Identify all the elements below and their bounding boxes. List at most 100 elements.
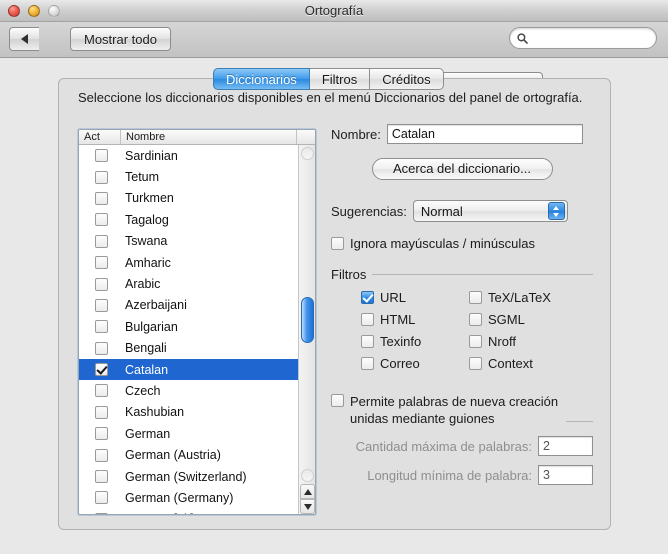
table-row[interactable]: Tswana xyxy=(79,231,298,252)
suggestions-value: Normal xyxy=(421,204,463,219)
column-header-spare xyxy=(297,130,315,144)
filter-checkbox[interactable] xyxy=(469,313,482,326)
tab-creditos[interactable]: Créditos xyxy=(370,68,443,90)
scroll-down-button[interactable] xyxy=(300,499,315,514)
hyphen-checkbox[interactable] xyxy=(331,394,344,407)
filter-checkbox[interactable] xyxy=(361,335,374,348)
filter-label: HTML xyxy=(380,312,415,327)
filter-checkbox[interactable] xyxy=(469,335,482,348)
name-row: Nombre: Catalan xyxy=(331,124,593,144)
row-checkbox[interactable] xyxy=(95,513,108,515)
column-header-nombre[interactable]: Nombre xyxy=(121,130,297,144)
row-checkbox[interactable] xyxy=(95,363,108,376)
row-checkbox[interactable] xyxy=(95,342,108,355)
ignore-case-row[interactable]: Ignora mayúsculas / minúsculas xyxy=(331,236,593,251)
filter-checkbox-row[interactable]: Context xyxy=(469,356,593,371)
dictionaries-list[interactable]: Act Nombre SardinianTetumTurkmenTagalogT… xyxy=(78,129,316,515)
show-all-button[interactable]: Mostrar todo xyxy=(70,27,171,51)
back-button[interactable] xyxy=(9,27,39,51)
suggestions-popup[interactable]: Normal xyxy=(413,200,568,222)
filter-label: TeX/LaTeX xyxy=(488,290,551,305)
list-scrollbar[interactable] xyxy=(298,145,315,515)
filter-checkbox-row[interactable]: URL xyxy=(361,290,469,305)
filter-checkbox-row[interactable]: HTML xyxy=(361,312,469,327)
search-icon xyxy=(517,33,528,44)
table-row[interactable]: Tagalog xyxy=(79,209,298,230)
row-checkbox[interactable] xyxy=(95,449,108,462)
triangle-up-icon xyxy=(304,489,312,495)
row-checkbox[interactable] xyxy=(95,427,108,440)
min-length-row: Longitud mínima de palabra: 3 xyxy=(331,465,593,485)
about-dictionary-button[interactable]: Acerca del diccionario... xyxy=(372,158,553,180)
tab-diccionarios[interactable]: Diccionarios xyxy=(213,68,310,90)
table-row[interactable]: Tetum xyxy=(79,166,298,187)
filter-checkbox-row[interactable]: TeX/LaTeX xyxy=(469,290,593,305)
name-field[interactable]: Catalan xyxy=(387,124,583,144)
table-row[interactable]: Catalan xyxy=(79,359,298,380)
filter-checkbox-row[interactable]: Nroff xyxy=(469,334,593,349)
row-checkbox[interactable] xyxy=(95,192,108,205)
row-checkbox[interactable] xyxy=(95,299,108,312)
hyphen-option-row[interactable]: Permite palabras de nueva creación unida… xyxy=(331,393,593,427)
filter-checkbox[interactable] xyxy=(361,291,374,304)
search-field[interactable] xyxy=(509,27,657,49)
table-row[interactable]: German (Switzerland) xyxy=(79,466,298,487)
row-label: Amharic xyxy=(125,256,171,270)
max-words-field[interactable]: 2 xyxy=(538,436,593,456)
table-row[interactable]: Turkmen xyxy=(79,188,298,209)
table-row[interactable]: Azerbaijani xyxy=(79,295,298,316)
column-header-act[interactable]: Act xyxy=(79,130,121,144)
table-row[interactable]: Kashubian xyxy=(79,402,298,423)
row-checkbox[interactable] xyxy=(95,384,108,397)
table-row[interactable]: Czech xyxy=(79,380,298,401)
filter-checkbox[interactable] xyxy=(361,313,374,326)
table-row[interactable]: German xyxy=(79,423,298,444)
scrollbar-thumb[interactable] xyxy=(301,297,314,343)
row-checkbox[interactable] xyxy=(95,320,108,333)
tab-filtros[interactable]: Filtros xyxy=(310,68,370,90)
search-input[interactable] xyxy=(532,30,650,46)
navigation-buttons xyxy=(9,27,39,51)
row-checkbox[interactable] xyxy=(95,470,108,483)
row-checkbox[interactable] xyxy=(95,213,108,226)
scroll-up-button[interactable] xyxy=(300,484,315,499)
filters-group-label: Filtros xyxy=(331,267,372,282)
table-row[interactable]: Sardinian xyxy=(79,145,298,166)
ignore-case-checkbox[interactable] xyxy=(331,237,344,250)
dictionaries-panel: Seleccione los diccionarios disponibles … xyxy=(58,78,611,530)
table-row[interactable]: German (Austria) xyxy=(79,444,298,465)
table-row[interactable]: Amharic xyxy=(79,252,298,273)
list-body: SardinianTetumTurkmenTagalogTswana Amhari… xyxy=(79,145,298,515)
row-checkbox[interactable] xyxy=(95,491,108,504)
min-length-label: Longitud mínima de palabra: xyxy=(367,468,532,483)
triangle-left-icon xyxy=(21,34,28,44)
suggestions-row: Sugerencias: Normal xyxy=(331,200,593,222)
filter-checkbox-row[interactable]: Texinfo xyxy=(361,334,469,349)
row-checkbox[interactable] xyxy=(95,149,108,162)
filter-checkbox-row[interactable]: Correo xyxy=(361,356,469,371)
row-label: Azerbaijani xyxy=(125,298,187,312)
table-row[interactable]: German (Germany) xyxy=(79,487,298,508)
min-length-field[interactable]: 3 xyxy=(538,465,593,485)
table-row[interactable]: Bengali xyxy=(79,338,298,359)
filter-checkbox[interactable] xyxy=(361,357,374,370)
filter-label: SGML xyxy=(488,312,525,327)
row-checkbox[interactable] xyxy=(95,171,108,184)
filter-checkbox-row[interactable]: SGML xyxy=(469,312,593,327)
table-row[interactable]: Bulgarian xyxy=(79,316,298,337)
row-checkbox[interactable] xyxy=(95,278,108,291)
row-checkbox[interactable] xyxy=(95,406,108,419)
row-checkbox[interactable] xyxy=(95,235,108,248)
tab-bar: Diccionarios Filtros Créditos xyxy=(213,68,444,90)
table-row[interactable]: Arabic xyxy=(79,273,298,294)
table-row[interactable]: German [alt] xyxy=(79,509,298,515)
row-checkbox[interactable] xyxy=(95,256,108,269)
triangle-up-icon xyxy=(553,206,559,210)
filter-checkbox[interactable] xyxy=(469,291,482,304)
max-words-label: Cantidad máxima de palabras: xyxy=(356,439,532,454)
suggestions-stepper[interactable] xyxy=(548,202,565,220)
filter-checkbox[interactable] xyxy=(469,357,482,370)
filter-label: Correo xyxy=(380,356,420,371)
row-label: Catalan xyxy=(125,363,168,377)
ignore-case-label: Ignora mayúsculas / minúsculas xyxy=(350,236,535,251)
